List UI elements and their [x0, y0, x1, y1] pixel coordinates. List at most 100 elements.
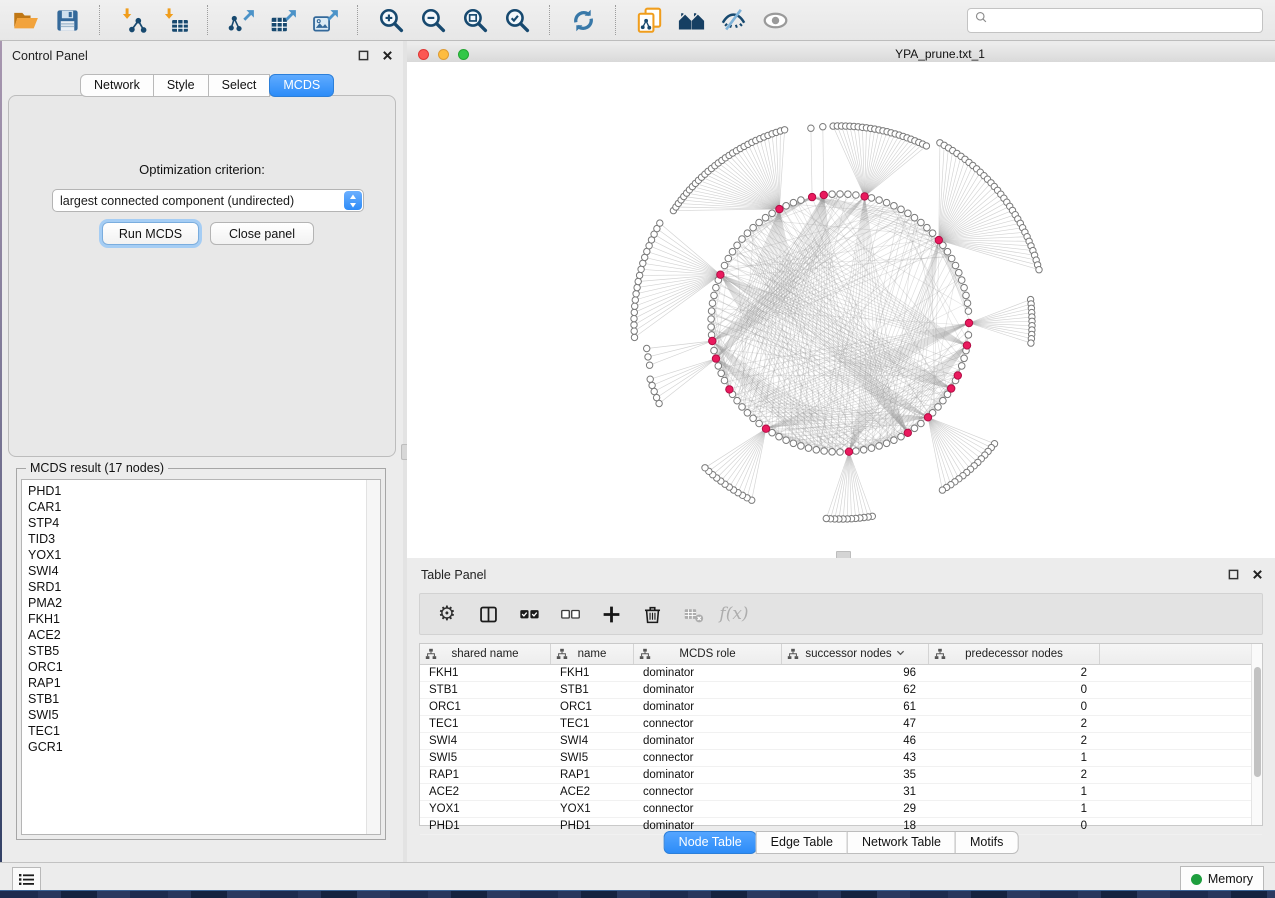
- task-history-button[interactable]: [12, 867, 41, 891]
- cell-MCDS-role: dominator: [634, 699, 782, 715]
- refresh-view-icon[interactable]: [568, 5, 598, 35]
- hide-eye-icon[interactable]: [718, 5, 748, 35]
- clone-network-icon[interactable]: [634, 5, 664, 35]
- export-table-icon[interactable]: [268, 5, 298, 35]
- add-row-icon[interactable]: [599, 602, 623, 626]
- tab-network-table[interactable]: Network Table: [847, 831, 956, 854]
- delete-row-icon[interactable]: [640, 602, 664, 626]
- tab-mcds[interactable]: MCDS: [269, 74, 334, 97]
- run-mcds-button[interactable]: Run MCDS: [102, 222, 199, 245]
- column-header-name[interactable]: name: [551, 644, 634, 664]
- show-columns-icon[interactable]: [476, 602, 500, 626]
- table-options-icon[interactable]: ⚙: [435, 602, 459, 626]
- save-session-icon[interactable]: [52, 5, 82, 35]
- cell-MCDS-role: connector: [634, 750, 782, 766]
- table-row[interactable]: RAP1RAP1dominator352: [420, 767, 1262, 784]
- table-scrollbar[interactable]: [1251, 644, 1262, 825]
- show-eye-icon[interactable]: [760, 5, 790, 35]
- column-label: successor nodes: [805, 648, 891, 660]
- mcds-result-item[interactable]: RAP1: [28, 675, 364, 691]
- tab-select[interactable]: Select: [208, 74, 271, 97]
- mcds-result-item[interactable]: STP4: [28, 515, 364, 531]
- mcds-result-item[interactable]: ORC1: [28, 659, 364, 675]
- float-table-panel-icon[interactable]: [1228, 569, 1239, 580]
- table-row[interactable]: SWI5SWI5connector431: [420, 750, 1262, 767]
- column-label: shared name: [451, 648, 518, 660]
- tab-node-table[interactable]: Node Table: [664, 831, 757, 854]
- column-header-predecessor-nodes[interactable]: predecessor nodes: [929, 644, 1100, 664]
- network-window-titlebar[interactable]: YPA_prune.txt_1: [407, 45, 1275, 63]
- export-image-icon[interactable]: [310, 5, 340, 35]
- cell-successor-nodes: 43: [782, 750, 929, 766]
- table-row[interactable]: STB1STB1dominator620: [420, 682, 1262, 699]
- table-row[interactable]: SWI4SWI4dominator462: [420, 733, 1262, 750]
- select-all-icon[interactable]: [517, 602, 541, 626]
- mcds-result-item[interactable]: ACE2: [28, 627, 364, 643]
- deselect-all-icon[interactable]: [558, 602, 582, 626]
- mcds-result-item[interactable]: TID3: [28, 531, 364, 547]
- control-panel-tabs: NetworkStyleSelectMCDS: [80, 74, 334, 97]
- houses-icon[interactable]: [676, 5, 706, 35]
- table-row[interactable]: ORC1ORC1dominator610: [420, 699, 1262, 716]
- cell-name: SWI4: [551, 733, 634, 749]
- close-window-traffic-light[interactable]: [418, 49, 429, 60]
- column-header-MCDS-role[interactable]: MCDS role: [634, 644, 782, 664]
- table-row[interactable]: YOX1YOX1connector291: [420, 801, 1262, 818]
- float-panel-icon[interactable]: [358, 50, 369, 61]
- column-type-icon: [425, 648, 437, 660]
- result-list-scrollbar[interactable]: [366, 480, 380, 834]
- column-header-shared-name[interactable]: shared name: [420, 644, 551, 664]
- mcds-result-item[interactable]: GCR1: [28, 739, 364, 755]
- table-row[interactable]: TEC1TEC1connector472: [420, 716, 1262, 733]
- mcds-result-item[interactable]: TEC1: [28, 723, 364, 739]
- cell-name: TEC1: [551, 716, 634, 732]
- mcds-result-item[interactable]: STB1: [28, 691, 364, 707]
- mcds-result-item[interactable]: PMA2: [28, 595, 364, 611]
- cell-name: RAP1: [551, 767, 634, 783]
- close-panel-button[interactable]: Close panel: [210, 222, 314, 245]
- tab-motifs[interactable]: Motifs: [955, 831, 1018, 854]
- optimization-criterion-select[interactable]: largest connected component (undirected): [52, 189, 364, 212]
- minimize-window-traffic-light[interactable]: [438, 49, 449, 60]
- table-bottom-tabs: Node TableEdge TableNetwork TableMotifs: [664, 831, 1019, 854]
- zoom-in-icon[interactable]: [376, 5, 406, 35]
- cell-MCDS-role: connector: [634, 801, 782, 817]
- zoom-selected-icon[interactable]: [502, 5, 532, 35]
- cell-predecessor-nodes: 0: [929, 682, 1100, 698]
- cell-successor-nodes: 61: [782, 699, 929, 715]
- cell-predecessor-nodes: 1: [929, 784, 1100, 800]
- tab-edge-table[interactable]: Edge Table: [756, 831, 848, 854]
- mcds-result-list[interactable]: PHD1CAR1STP4TID3YOX1SWI4SRD1PMA2FKH1ACE2…: [21, 479, 381, 835]
- cell-name: PHD1: [551, 818, 634, 834]
- node-table[interactable]: shared name nameMCDS role successor nodes p…: [419, 643, 1263, 826]
- import-table-icon[interactable]: [160, 5, 190, 35]
- search-box[interactable]: [967, 8, 1263, 33]
- export-network-icon[interactable]: [226, 5, 256, 35]
- close-panel-icon[interactable]: [382, 50, 393, 61]
- mcds-result-item[interactable]: FKH1: [28, 611, 364, 627]
- zoom-fit-icon[interactable]: [460, 5, 490, 35]
- zoom-window-traffic-light[interactable]: [458, 49, 469, 60]
- mcds-result-item[interactable]: PHD1: [28, 483, 364, 499]
- column-header-successor-nodes[interactable]: successor nodes: [782, 644, 929, 664]
- import-network-icon[interactable]: [118, 5, 148, 35]
- mcds-result-item[interactable]: SWI4: [28, 563, 364, 579]
- mcds-result-item[interactable]: CAR1: [28, 499, 364, 515]
- open-session-icon[interactable]: [10, 5, 40, 35]
- table-scrollbar-thumb[interactable]: [1254, 667, 1261, 777]
- network-view-canvas[interactable]: [407, 62, 1275, 558]
- search-input[interactable]: [993, 10, 1262, 30]
- tab-network[interactable]: Network: [80, 74, 154, 97]
- memory-button[interactable]: Memory: [1180, 866, 1264, 892]
- table-row[interactable]: FKH1FKH1dominator962: [420, 665, 1262, 682]
- table-row[interactable]: ACE2ACE2connector311: [420, 784, 1262, 801]
- table-panel: Table Panel ⚙f(x) shared namenameMCDS ro…: [407, 558, 1275, 862]
- mcds-result-item[interactable]: STB5: [28, 643, 364, 659]
- mcds-result-item[interactable]: YOX1: [28, 547, 364, 563]
- mcds-result-item[interactable]: SWI5: [28, 707, 364, 723]
- zoom-out-icon[interactable]: [418, 5, 448, 35]
- cell-predecessor-nodes: 2: [929, 716, 1100, 732]
- close-table-panel-icon[interactable]: [1252, 569, 1263, 580]
- tab-style[interactable]: Style: [153, 74, 209, 97]
- mcds-result-item[interactable]: SRD1: [28, 579, 364, 595]
